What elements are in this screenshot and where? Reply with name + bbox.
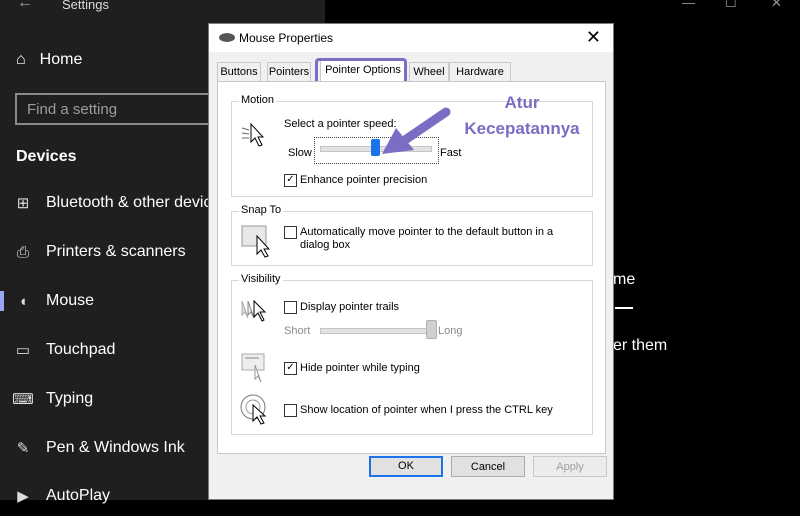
annotation-line1: Atur bbox=[504, 93, 540, 112]
right-text-fragment: me bbox=[613, 271, 636, 288]
settings-titlebar: ← Settings bbox=[0, 0, 800, 14]
section-heading: Devices bbox=[16, 148, 77, 165]
hide-pointer-icon bbox=[241, 353, 265, 383]
bluetooth-devices-icon: ⊞ bbox=[16, 195, 30, 212]
annotation-line2: Kecepatannya bbox=[464, 119, 580, 138]
snap-to-text-line1: Automatically move pointer to the defaul… bbox=[300, 226, 554, 238]
sidebar-item-label: Touchpad bbox=[46, 341, 116, 358]
short-label: Short bbox=[284, 325, 311, 337]
sidebar-item-label: Pen & Windows Ink bbox=[46, 439, 185, 456]
cancel-button[interactable]: Cancel bbox=[451, 456, 525, 477]
hide-pointer-label: Hide pointer while typing bbox=[300, 362, 420, 374]
back-arrow-icon[interactable]: ← bbox=[17, 0, 33, 12]
snap-to-icon bbox=[241, 225, 271, 258]
tab-pointers[interactable]: Pointers bbox=[267, 62, 311, 81]
keyboard-icon: ⌨ bbox=[12, 391, 34, 408]
visibility-label: Visibility bbox=[239, 273, 283, 285]
minimize-icon[interactable]: — bbox=[682, 0, 695, 10]
snap-to-label: Snap To bbox=[239, 204, 284, 216]
show-location-icon bbox=[240, 394, 267, 425]
sidebar-item-label: AutoPlay bbox=[46, 487, 111, 504]
sidebar-item-home[interactable]: ⌂ Home bbox=[16, 51, 82, 69]
pointer-trails-checkbox[interactable] bbox=[284, 301, 297, 314]
maximize-icon[interactable]: ☐ bbox=[725, 0, 737, 11]
slow-label: Slow bbox=[288, 147, 312, 159]
snap-to-text-line2: dialog box bbox=[300, 239, 351, 251]
long-label: Long bbox=[438, 325, 463, 337]
hide-pointer-checkbox[interactable]: ✓ bbox=[284, 362, 297, 375]
snap-to-group: Snap To Automatically move pointer to th… bbox=[231, 204, 593, 266]
enhance-precision-label: Enhance pointer precision bbox=[300, 174, 428, 186]
autoplay-icon: ▶ bbox=[17, 488, 29, 505]
snap-to-checkbox[interactable] bbox=[284, 226, 297, 239]
touchpad-icon: ▭ bbox=[15, 342, 31, 359]
close-icon[interactable]: ✕ bbox=[771, 0, 782, 11]
mouse-icon bbox=[219, 33, 235, 42]
sidebar-item-label: Bluetooth & other devices bbox=[46, 194, 229, 211]
dialog-title: Mouse Properties bbox=[239, 31, 334, 45]
mouse-icon: ◖ bbox=[18, 292, 28, 310]
show-location-label: Show location of pointer when I press th… bbox=[300, 404, 553, 416]
trails-slider-thumb[interactable] bbox=[426, 320, 437, 339]
tab-wheel[interactable]: Wheel bbox=[409, 62, 449, 81]
visibility-group: Visibility Display pointer trails Short … bbox=[231, 273, 593, 435]
pointer-speed-icon bbox=[241, 122, 265, 147]
enhance-precision-checkbox[interactable]: ✓ bbox=[284, 174, 297, 187]
apply-button[interactable]: Apply bbox=[533, 456, 607, 477]
show-location-checkbox[interactable] bbox=[284, 404, 297, 417]
printer-icon: ⎙ bbox=[16, 243, 29, 261]
pen-icon: ✎ bbox=[16, 440, 30, 457]
divider bbox=[615, 307, 633, 309]
trails-slider-track[interactable] bbox=[320, 328, 432, 334]
app-title: Settings bbox=[62, 0, 109, 12]
pointer-trails-label: Display pointer trails bbox=[300, 301, 400, 313]
home-icon: ⌂ bbox=[16, 51, 26, 68]
annotation-arrow-icon bbox=[382, 107, 451, 154]
right-text-fragment: er them bbox=[613, 337, 668, 354]
pointer-trails-icon bbox=[241, 299, 267, 322]
annotation-text: Atur Kecepatannya bbox=[458, 90, 586, 142]
ok-button[interactable]: OK bbox=[369, 456, 443, 477]
sidebar-item-label: Typing bbox=[46, 390, 94, 407]
close-icon[interactable]: ✕ bbox=[586, 27, 601, 48]
tab-hardware[interactable]: Hardware bbox=[449, 62, 511, 81]
motion-label: Motion bbox=[239, 94, 277, 106]
dialog-titlebar: Mouse Properties ✕ bbox=[209, 24, 613, 52]
sidebar-item-label: Mouse bbox=[46, 292, 95, 309]
tab-buttons[interactable]: Buttons bbox=[217, 62, 261, 81]
home-label: Home bbox=[39, 51, 83, 68]
speed-slider-thumb[interactable] bbox=[371, 139, 380, 156]
sidebar-item-label: Printers & scanners bbox=[46, 243, 186, 260]
